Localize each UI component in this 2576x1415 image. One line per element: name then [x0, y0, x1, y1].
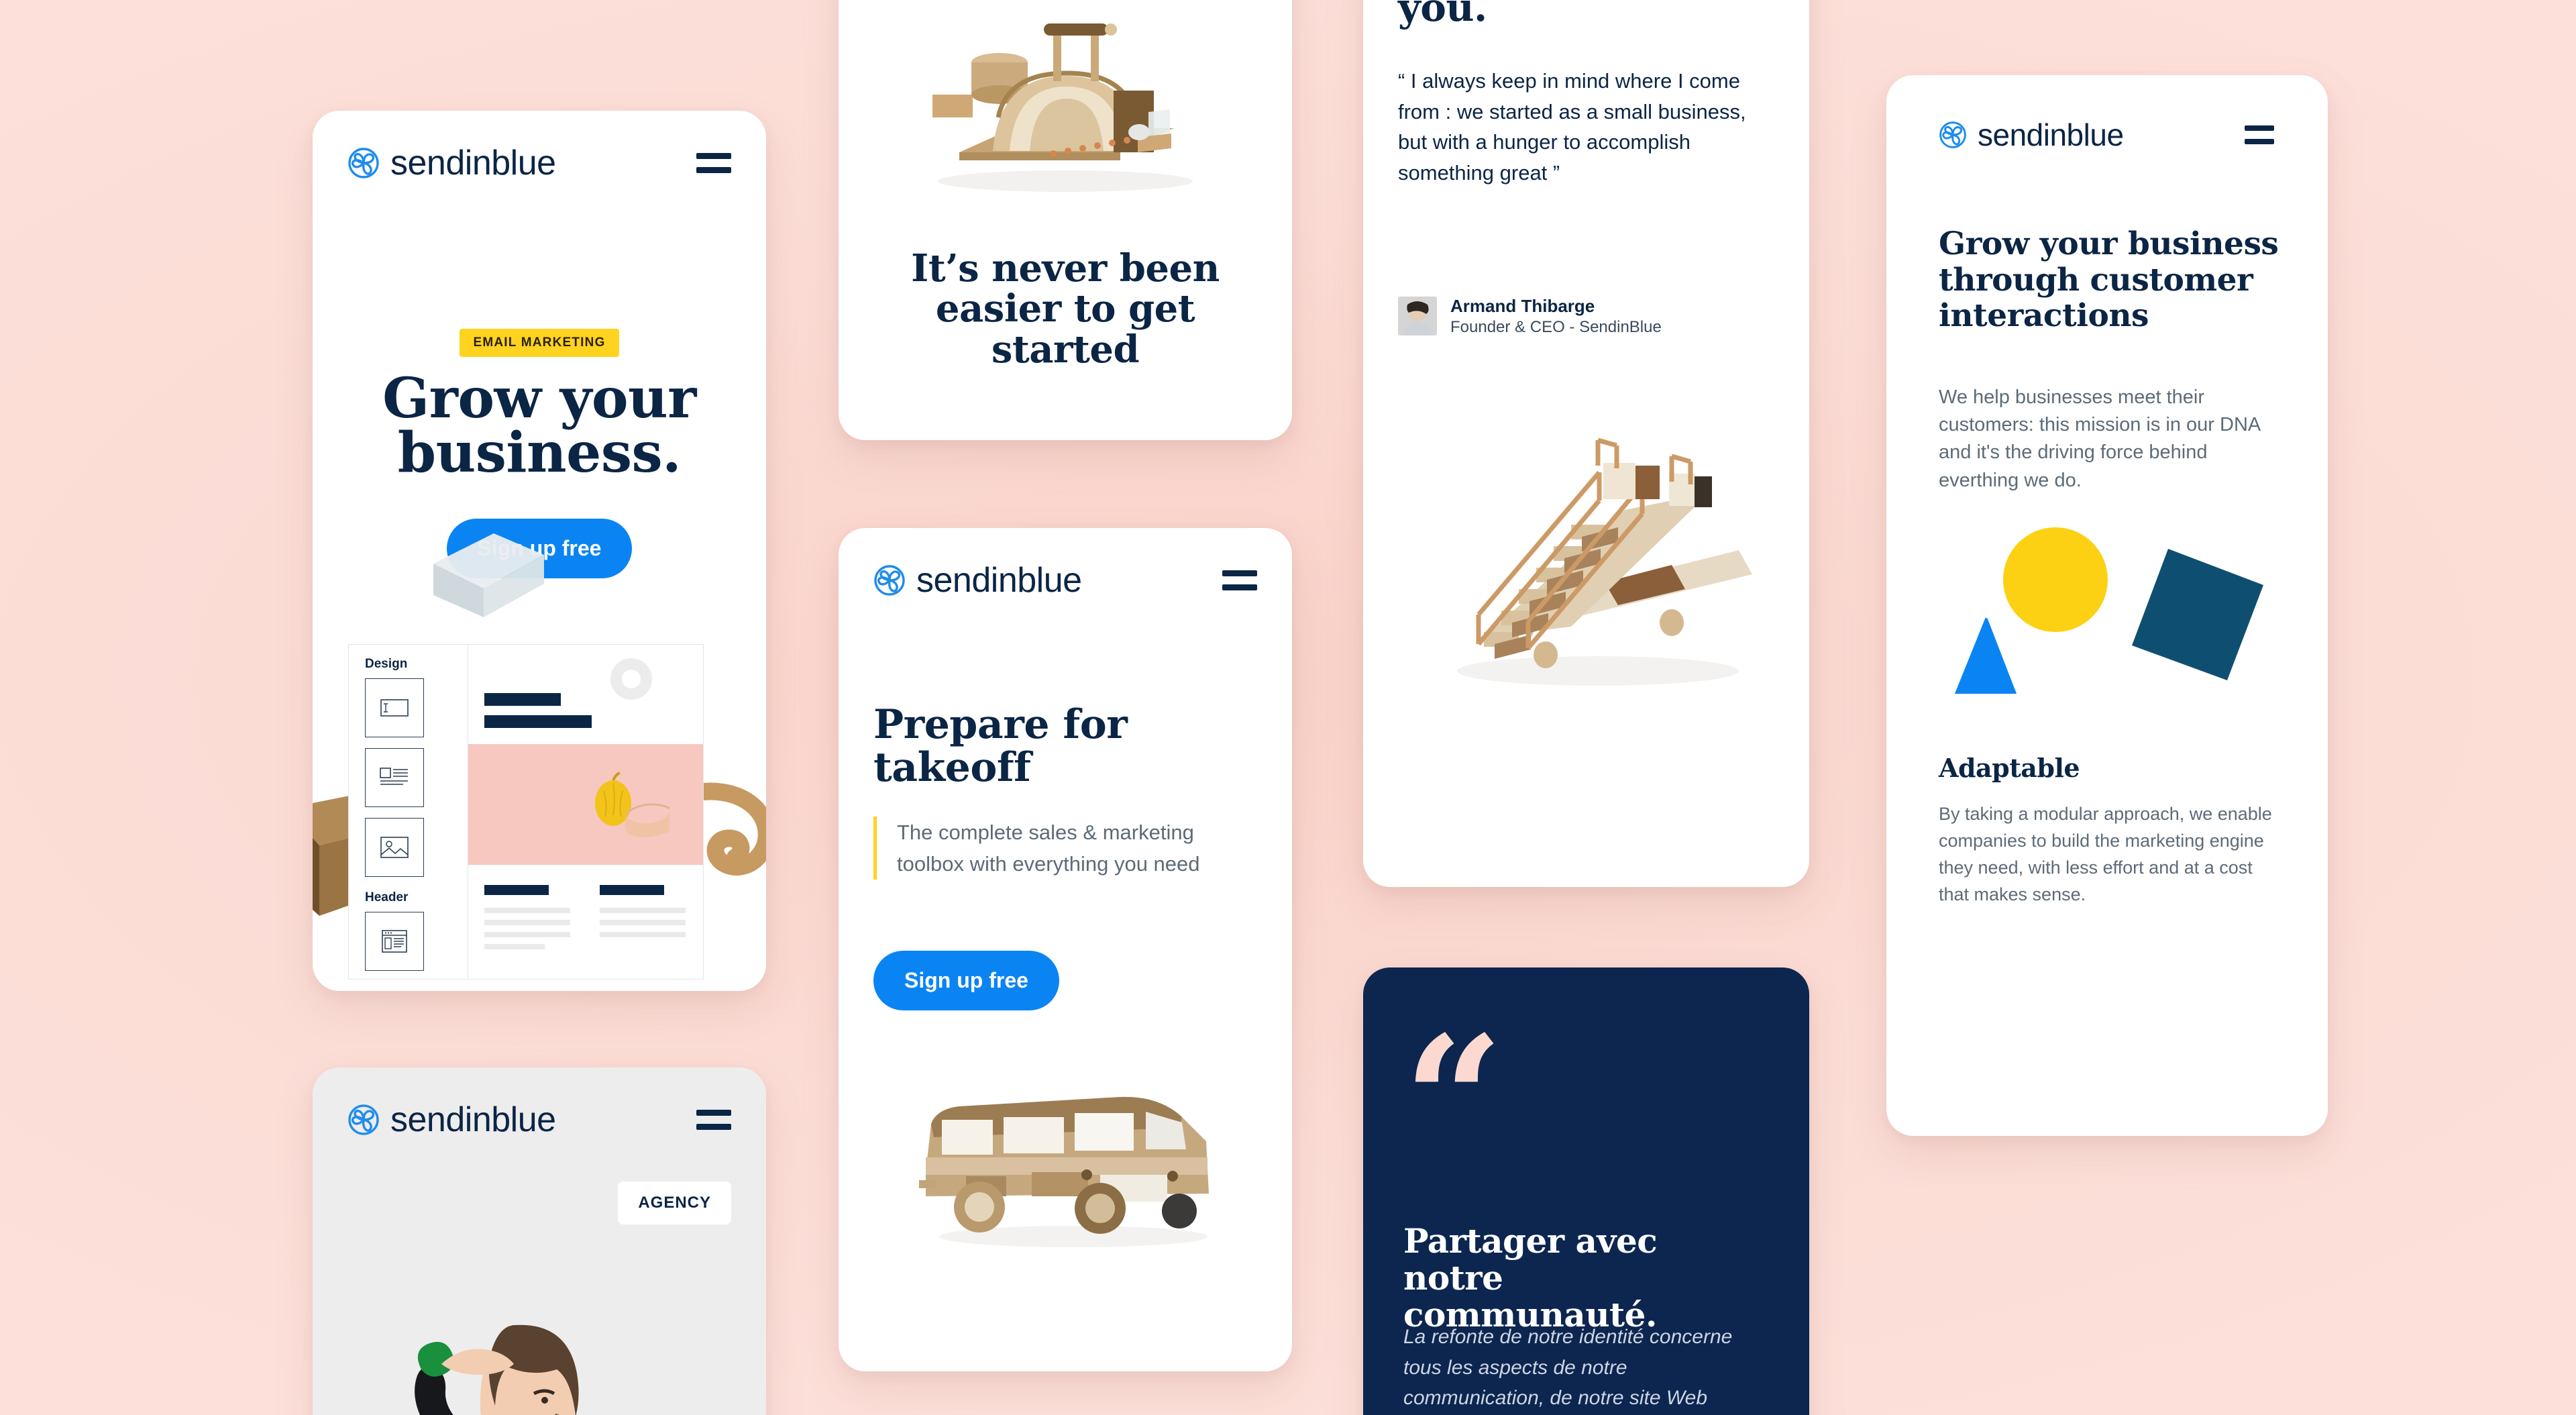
card-hero: sendinblue EMAIL MARKETING Grow your bus…: [313, 111, 766, 991]
brand-bar: sendinblue: [1939, 117, 2274, 153]
brand-bar: sendinblue: [347, 143, 731, 183]
brand-bar: sendinblue: [873, 560, 1257, 600]
card-testimonial: We want to help you. “ I always keep in …: [1363, 0, 1809, 887]
wooden-printing-press-illustration: [932, 23, 1193, 192]
builder-canvas: [468, 645, 703, 979]
glass-block-prop: [433, 533, 544, 617]
sendinblue-pinwheel-icon: [347, 147, 380, 179]
brand-wordmark: sendinblue: [390, 1100, 556, 1139]
community-body: La refonte de notre identité concerne to…: [1403, 1326, 1733, 1410]
image-block-icon[interactable]: [365, 818, 424, 877]
avatar: [1398, 297, 1437, 336]
text-line: [484, 908, 570, 913]
sendinblue-pinwheel-icon: [347, 1104, 380, 1136]
quote-mark-icon: “: [1403, 998, 1504, 1203]
sendinblue-pinwheel-icon: [1939, 121, 1967, 149]
testimonial-quote: “ I always keep in mind where I come fro…: [1398, 69, 1746, 185]
email-builder-mockup: Design Header: [348, 644, 704, 980]
hamburger-menu-icon[interactable]: [1222, 570, 1257, 590]
builder-section-design: Design: [365, 657, 408, 671]
text-line: [484, 944, 545, 949]
brand-lockup[interactable]: sendinblue: [873, 560, 1082, 600]
wooden-staircase-illustration: [1457, 437, 1752, 686]
adaptable-body: By taking a modular approach, we enable …: [1939, 804, 2272, 904]
brand-lockup[interactable]: sendinblue: [347, 143, 556, 183]
card-get-started: It’s never been easier to get started: [839, 0, 1292, 440]
hero-heading: Grow your business.: [382, 366, 696, 486]
adaptable-heading: Adaptable: [1939, 753, 2080, 783]
takeoff-cta-wrap: Sign up free: [873, 951, 1059, 1010]
brand-wordmark: sendinblue: [390, 144, 556, 182]
header-block-icon[interactable]: [365, 912, 424, 971]
hamburger-menu-icon[interactable]: [696, 153, 731, 173]
woman-shading-eyes-photo: [415, 1324, 579, 1415]
builder-sidebar: Design Header: [349, 645, 468, 979]
testimonial-author: Armand Thibarge Founder & CEO - SendinBl…: [1398, 295, 1662, 337]
geometric-shapes-illustration: [1955, 527, 2263, 694]
builder-section-header: Header: [365, 890, 409, 904]
brand-wordmark: sendinblue: [1978, 117, 2124, 152]
takeoff-subheading: The complete sales & marketing toolbox w…: [873, 817, 1222, 880]
card-takeoff: sendinblue Prepare for takeoff The compl…: [839, 528, 1292, 1371]
column-heading-bar: [484, 885, 549, 895]
agency-badge: AGENCY: [618, 1182, 731, 1224]
takeoff-heading: Prepare for takeoff: [873, 701, 1128, 791]
interactions-heading: Grow your business through customer inte…: [1939, 225, 2279, 335]
wooden-toy-van-illustration: [919, 1096, 1209, 1247]
text-line: [484, 920, 570, 925]
interactions-lead: We help businesses meet their customers:…: [1939, 386, 2260, 491]
headline-bar: [484, 715, 592, 728]
author-role: Founder & CEO - SendinBlue: [1450, 317, 1662, 336]
text-line: [484, 932, 570, 937]
teal-square-shape: [2132, 549, 2263, 680]
get-started-heading: It’s never been easier to get started: [911, 246, 1220, 372]
brand-wordmark: sendinblue: [916, 561, 1082, 600]
poster-canvas: sendinblue EMAIL MARKETING Grow your bus…: [0, 0, 2576, 1415]
text-line: [600, 932, 686, 937]
text-field-icon[interactable]: [365, 678, 424, 737]
card-community-quote: “ Partager avec notre communauté. La ref…: [1363, 967, 1809, 1415]
sendinblue-pinwheel-icon: [873, 564, 906, 596]
brand-bar: sendinblue: [347, 1100, 731, 1140]
text-line: [600, 920, 686, 925]
brand-lockup[interactable]: sendinblue: [1939, 117, 2124, 153]
donut-placeholder-icon: [610, 658, 652, 700]
hero-copy: EMAIL MARKETING Grow your business.: [313, 329, 766, 480]
column-heading-bar: [600, 885, 664, 895]
hamburger-menu-icon[interactable]: [696, 1110, 731, 1130]
testimonial-heading: We want to help you.: [1398, 0, 1487, 31]
hero-badge: EMAIL MARKETING: [460, 329, 619, 357]
card-agency: sendinblue AGENCY: [313, 1067, 766, 1415]
community-heading: Partager avec notre communauté.: [1403, 1221, 1658, 1334]
author-name: Armand Thibarge: [1450, 296, 1595, 316]
brand-lockup[interactable]: sendinblue: [347, 1100, 556, 1140]
signup-free-button[interactable]: Sign up free: [873, 951, 1059, 1010]
card-interactions: sendinblue Grow your business through cu…: [1886, 75, 2328, 1136]
headline-bar: [484, 693, 561, 706]
hand-holding-gourd-illustration: [595, 772, 669, 837]
yellow-circle-shape: [2003, 527, 2108, 632]
text-with-image-icon[interactable]: [365, 748, 424, 807]
hamburger-menu-icon[interactable]: [2245, 125, 2274, 144]
text-line: [600, 908, 686, 913]
